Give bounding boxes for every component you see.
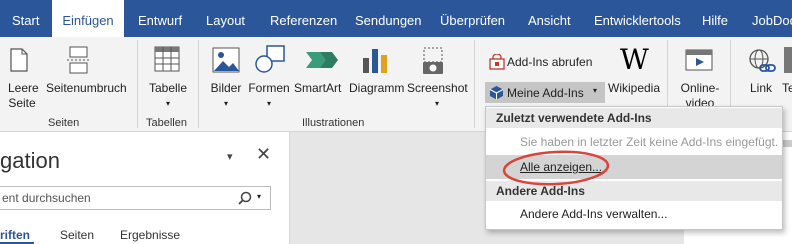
pictures-icon bbox=[212, 47, 240, 73]
leere-seite-label-1: Leere bbox=[8, 81, 39, 95]
tab-entwicklertools[interactable]: Entwicklertools bbox=[594, 0, 681, 37]
group-label-seiten: Seiten bbox=[48, 117, 80, 129]
add-ins-abrufen-button[interactable]: Add-Ins abrufen bbox=[487, 52, 601, 72]
bilder-button[interactable]: Bilder ▾ bbox=[209, 81, 243, 111]
chevron-down-icon: ▾ bbox=[223, 99, 228, 108]
smartart-icon bbox=[306, 52, 338, 68]
screenshot-label: Screenshot bbox=[407, 81, 468, 95]
add-ins-abrufen-label: Add-Ins abrufen bbox=[507, 55, 593, 69]
blank-page-icon bbox=[10, 48, 28, 72]
tab-layout[interactable]: Layout bbox=[206, 0, 245, 37]
tab-ueberpruefen[interactable]: Überprüfen bbox=[440, 0, 505, 37]
chevron-down-icon: ▾ bbox=[434, 99, 439, 108]
seitenumbruch-button[interactable]: Seitenumbruch bbox=[46, 81, 127, 96]
screenshot-icon bbox=[423, 47, 443, 74]
table-icon bbox=[154, 46, 180, 72]
diagramm-button[interactable]: Diagramm bbox=[349, 81, 404, 96]
page-break-icon bbox=[67, 46, 91, 74]
group-separator bbox=[137, 40, 138, 128]
chevron-down-icon: ▾ bbox=[165, 99, 170, 108]
group-separator bbox=[198, 40, 199, 128]
nav-search-placeholder: ent durchsuchen bbox=[2, 191, 91, 205]
close-icon[interactable]: ✕ bbox=[256, 144, 271, 165]
meine-add-ins-button[interactable]: Meine Add-Ins ▾ bbox=[485, 82, 605, 103]
dropdown-header-recent: Zuletzt verwendete Add-Ins bbox=[486, 108, 782, 128]
nav-pane-title: gation bbox=[0, 148, 60, 173]
tabelle-label: Tabelle bbox=[148, 81, 188, 95]
smartart-button[interactable]: SmartArt bbox=[294, 81, 341, 96]
group-label-illustrationen: Illustrationen bbox=[302, 117, 365, 129]
tab-referenzen[interactable]: Referenzen bbox=[270, 0, 337, 37]
nav-tab-results[interactable]: Ergebnisse bbox=[120, 228, 180, 242]
highlight-circle bbox=[502, 150, 610, 186]
chevron-down-icon: ▾ bbox=[266, 99, 271, 108]
link-button[interactable]: Link bbox=[750, 81, 772, 96]
wikipedia-button[interactable]: Wikipedia bbox=[608, 81, 660, 96]
bilder-label: Bilder bbox=[210, 81, 242, 95]
nav-pane-options-icon[interactable]: ▾ bbox=[227, 150, 233, 163]
leere-seite-button[interactable]: Leere Seite bbox=[8, 81, 39, 111]
tab-jobdocs[interactable]: JobDocs bbox=[752, 0, 792, 37]
add-in-cube-icon bbox=[489, 86, 504, 100]
andere-add-ins-verwalten-label: Andere Add-Ins verwalten... bbox=[520, 207, 668, 221]
chevron-down-icon[interactable]: ▾ bbox=[257, 192, 261, 201]
textmarke-button[interactable]: Te bbox=[782, 81, 792, 96]
dropdown-header-recent-label: Zuletzt verwendete Add-Ins bbox=[496, 111, 652, 125]
chevron-down-icon: ▾ bbox=[593, 86, 598, 95]
nav-search-input[interactable]: ent durchsuchen ▾ bbox=[0, 186, 271, 210]
formen-button[interactable]: Formen ▾ bbox=[248, 81, 290, 111]
tab-einfuegen[interactable]: Einfügen bbox=[52, 0, 124, 37]
textmark-icon bbox=[784, 47, 792, 73]
globe-link-icon bbox=[749, 49, 776, 72]
dropdown-no-recent-label: Sie haben in letzter Zeit keine Add-Ins … bbox=[520, 135, 779, 149]
nav-tab-headings[interactable]: riften bbox=[0, 228, 30, 242]
leere-seite-label-2: Seite bbox=[8, 96, 36, 110]
navigation-pane: gation ▾ ✕ ent durchsuchen ▾ riften Seit… bbox=[0, 132, 290, 244]
ribbon-tab-bar: Start Einfügen Entwurf Layout Referenzen… bbox=[0, 0, 792, 37]
nav-tab-pages[interactable]: Seiten bbox=[60, 228, 94, 242]
tab-start[interactable]: Start bbox=[12, 0, 39, 37]
tab-sendungen[interactable]: Sendungen bbox=[355, 0, 422, 37]
andere-add-ins-verwalten-item[interactable]: Andere Add-Ins verwalten... bbox=[486, 203, 782, 225]
group-separator bbox=[474, 40, 475, 128]
meine-add-ins-label: Meine Add-Ins bbox=[507, 86, 584, 100]
chart-icon bbox=[363, 49, 387, 73]
tab-entwurf[interactable]: Entwurf bbox=[138, 0, 182, 37]
tab-hilfe[interactable]: Hilfe bbox=[702, 0, 728, 37]
screenshot-button[interactable]: Screenshot ▾ bbox=[407, 81, 468, 111]
store-icon bbox=[489, 54, 505, 70]
tab-ansicht[interactable]: Ansicht bbox=[528, 0, 571, 37]
shapes-icon bbox=[255, 45, 285, 73]
tabelle-button[interactable]: Tabelle ▾ bbox=[147, 81, 189, 111]
search-icon[interactable] bbox=[238, 191, 252, 205]
wikipedia-icon: W bbox=[620, 43, 649, 76]
formen-label: Formen bbox=[248, 81, 290, 95]
online-video-icon bbox=[685, 49, 713, 71]
group-label-tabellen: Tabellen bbox=[146, 117, 187, 129]
online-video-label-1: Online- bbox=[680, 81, 720, 95]
